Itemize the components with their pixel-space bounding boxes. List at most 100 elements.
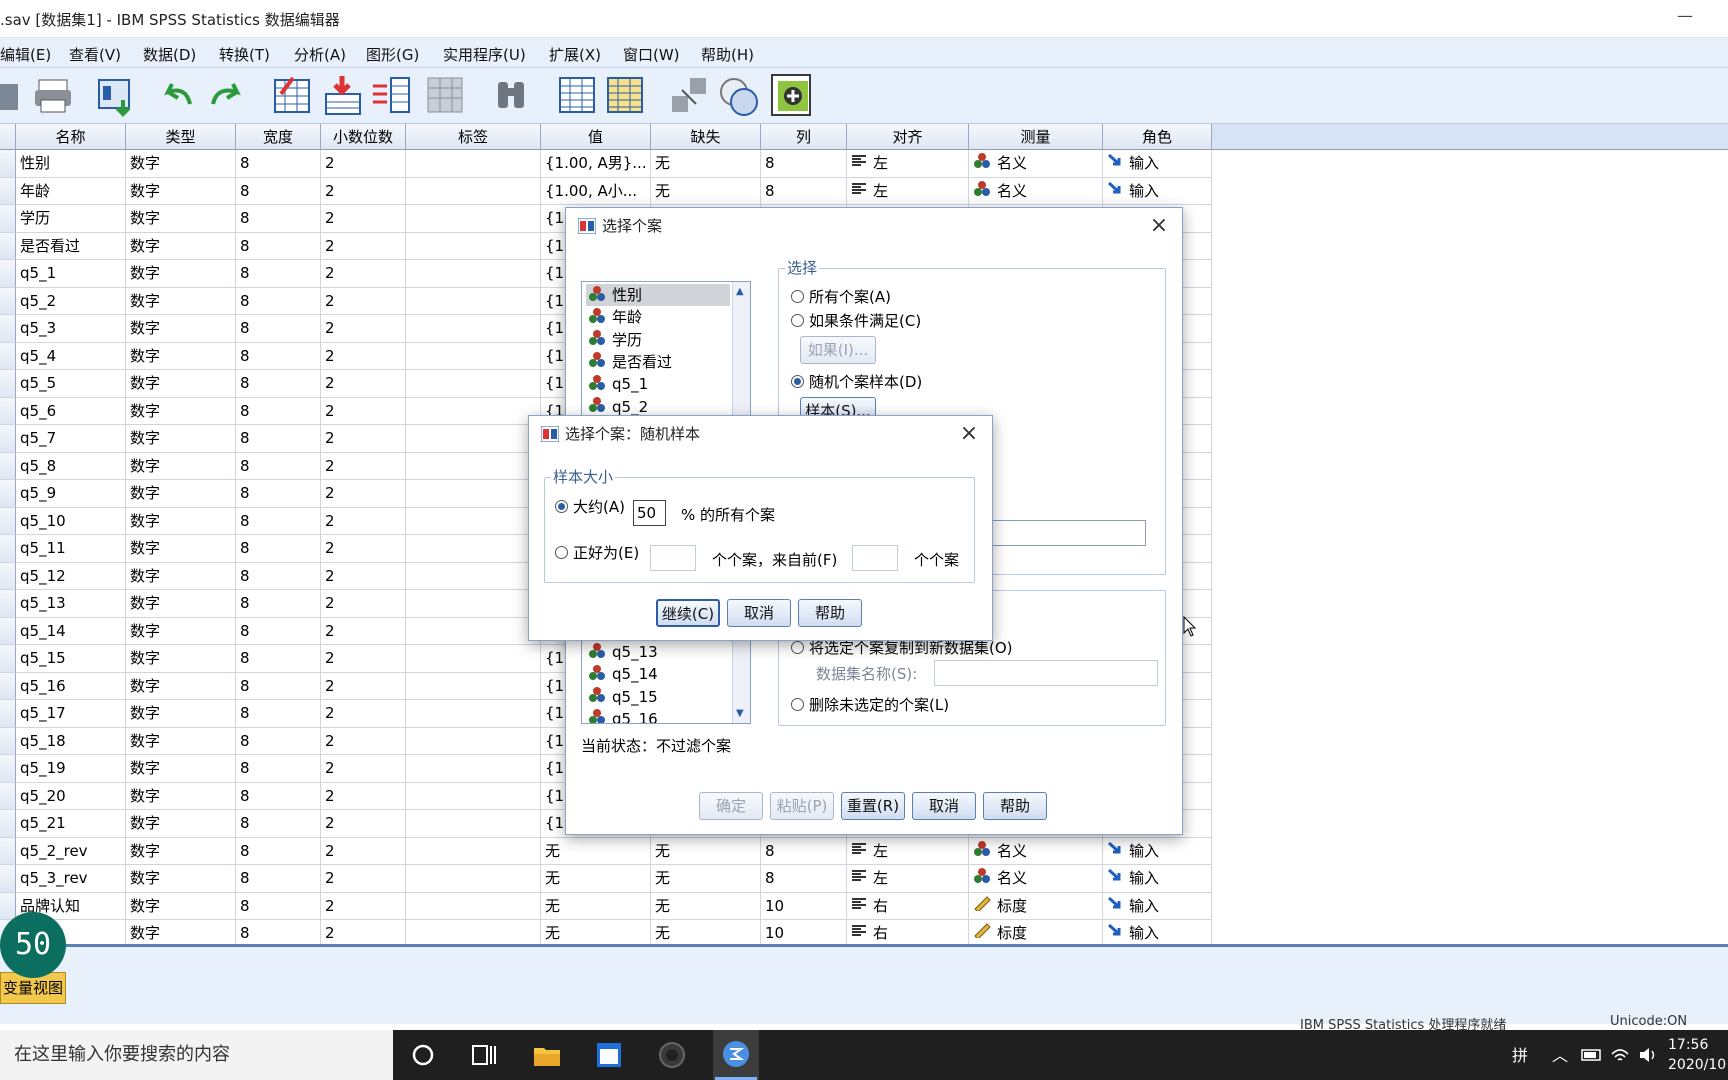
- row-header[interactable]: [0, 700, 16, 728]
- menu-window[interactable]: 窗口(W): [623, 44, 680, 65]
- table-cell[interactable]: 数字: [126, 755, 236, 783]
- table-cell[interactable]: [406, 645, 541, 673]
- table-cell[interactable]: 数字: [126, 727, 236, 755]
- list-item[interactable]: 学历: [586, 329, 730, 351]
- table-cell[interactable]: [406, 232, 541, 260]
- table-cell[interactable]: q5_6: [16, 397, 126, 425]
- row-header[interactable]: [0, 452, 16, 480]
- menu-analyze[interactable]: 分析(A): [294, 44, 346, 65]
- table-cell[interactable]: [406, 892, 541, 920]
- table-cell[interactable]: 数字: [126, 150, 236, 178]
- cancel-button[interactable]: 取消: [912, 792, 976, 820]
- table-cell[interactable]: 8: [236, 590, 321, 618]
- table-cell[interactable]: q5_5: [16, 370, 126, 398]
- table-cell[interactable]: 2: [321, 590, 406, 618]
- row-header[interactable]: [0, 590, 16, 618]
- row-header[interactable]: [0, 755, 16, 783]
- table-cell[interactable]: 8: [761, 150, 847, 178]
- table-cell[interactable]: [406, 672, 541, 700]
- list-item[interactable]: q5_13: [586, 641, 730, 663]
- table-cell[interactable]: 数字: [126, 507, 236, 535]
- table-cell[interactable]: [406, 315, 541, 343]
- table-cell[interactable]: q5_8: [16, 452, 126, 480]
- row-header[interactable]: [0, 562, 16, 590]
- table-cell[interactable]: 左: [847, 177, 969, 205]
- col-header-role[interactable]: 角色: [1103, 124, 1212, 150]
- radio-approximately[interactable]: 大约(A): [555, 496, 625, 517]
- menu-view[interactable]: 查看(V): [69, 44, 121, 65]
- table-cell[interactable]: 8: [236, 315, 321, 343]
- table-cell[interactable]: q5_7: [16, 425, 126, 453]
- table-cell[interactable]: 输入: [1103, 177, 1212, 205]
- table-cell[interactable]: q5_2_rev: [16, 837, 126, 865]
- row-header[interactable]: [0, 892, 16, 920]
- table-cell[interactable]: 数字: [126, 342, 236, 370]
- table-cell[interactable]: 8: [236, 837, 321, 865]
- table-cell[interactable]: q5_3: [16, 315, 126, 343]
- table-cell[interactable]: 8: [236, 535, 321, 563]
- list-item[interactable]: 性别: [586, 284, 730, 306]
- table-cell[interactable]: 左: [847, 837, 969, 865]
- table-cell[interactable]: 无: [651, 177, 761, 205]
- table-row[interactable]: 性别 数字 8 2 {1.00, A男}... 无 8 左 名义 输入: [0, 150, 1212, 178]
- table-cell[interactable]: 2: [321, 205, 406, 233]
- col-header-measure[interactable]: 测量: [969, 124, 1103, 150]
- table-cell[interactable]: q5_17: [16, 700, 126, 728]
- row-header[interactable]: [0, 865, 16, 893]
- table-cell[interactable]: [406, 260, 541, 288]
- table-cell[interactable]: 数字: [126, 700, 236, 728]
- table-cell[interactable]: 无: [651, 892, 761, 920]
- variables-icon[interactable]: [371, 74, 413, 118]
- table-cell[interactable]: 数字: [126, 397, 236, 425]
- table-cell[interactable]: q5_12: [16, 562, 126, 590]
- table-cell[interactable]: [406, 755, 541, 783]
- table-cell[interactable]: 8: [236, 727, 321, 755]
- redo-icon[interactable]: [207, 74, 249, 118]
- dataset-name-input[interactable]: [934, 660, 1158, 686]
- radio-exactly[interactable]: 正好为(E): [555, 542, 639, 563]
- table-cell[interactable]: 性别: [16, 150, 126, 178]
- table-cell[interactable]: 2: [321, 645, 406, 673]
- table-cell[interactable]: 2: [321, 617, 406, 645]
- list-item[interactable]: q5_14: [586, 663, 730, 685]
- table-cell[interactable]: [406, 480, 541, 508]
- battery-icon[interactable]: [1580, 1044, 1604, 1066]
- table-cell[interactable]: 数字: [126, 645, 236, 673]
- table-cell[interactable]: 名义: [969, 177, 1103, 205]
- table-cell[interactable]: 数字: [126, 672, 236, 700]
- table-cell[interactable]: 无: [541, 892, 651, 920]
- table-cell[interactable]: [406, 452, 541, 480]
- table-cell[interactable]: 无: [651, 837, 761, 865]
- if-button[interactable]: 如果(I)...: [800, 336, 876, 364]
- table-cell[interactable]: 8: [236, 865, 321, 893]
- table-cell[interactable]: q5_21: [16, 810, 126, 838]
- table-cell[interactable]: 数字: [126, 260, 236, 288]
- radio-if-condition[interactable]: 如果条件满足(C): [791, 310, 921, 331]
- menu-utilities[interactable]: 实用程序(U): [443, 44, 526, 65]
- col-header-missing[interactable]: 缺失: [651, 124, 761, 150]
- table-row[interactable]: 年龄 数字 8 2 {1.00, A小... 无 8 左 名义 输入: [0, 177, 1212, 205]
- table-cell[interactable]: [406, 205, 541, 233]
- table-cell[interactable]: 数字: [126, 782, 236, 810]
- table-cell[interactable]: 2: [321, 260, 406, 288]
- row-header[interactable]: [0, 672, 16, 700]
- sample-help-button[interactable]: 帮助: [798, 599, 862, 627]
- table-cell[interactable]: [406, 617, 541, 645]
- random-sample-close-button[interactable]: ×: [956, 420, 982, 448]
- table-cell[interactable]: {1.00, A小...: [541, 177, 651, 205]
- table-cell[interactable]: 数字: [126, 232, 236, 260]
- row-header[interactable]: [0, 370, 16, 398]
- col-header-label[interactable]: 标签: [406, 124, 541, 150]
- table-cell[interactable]: 2: [321, 342, 406, 370]
- table-cell[interactable]: q5_2: [16, 287, 126, 315]
- table-cell[interactable]: q5_20: [16, 782, 126, 810]
- print-icon[interactable]: [33, 74, 75, 118]
- table-cell[interactable]: [406, 865, 541, 893]
- row-header[interactable]: [0, 397, 16, 425]
- table-cell[interactable]: 2: [321, 480, 406, 508]
- table-cell[interactable]: 标度: [969, 892, 1103, 920]
- table-cell[interactable]: 2: [321, 562, 406, 590]
- table-cell[interactable]: 2: [321, 892, 406, 920]
- table-cell[interactable]: 2: [321, 837, 406, 865]
- menu-graphs[interactable]: 图形(G): [366, 44, 419, 65]
